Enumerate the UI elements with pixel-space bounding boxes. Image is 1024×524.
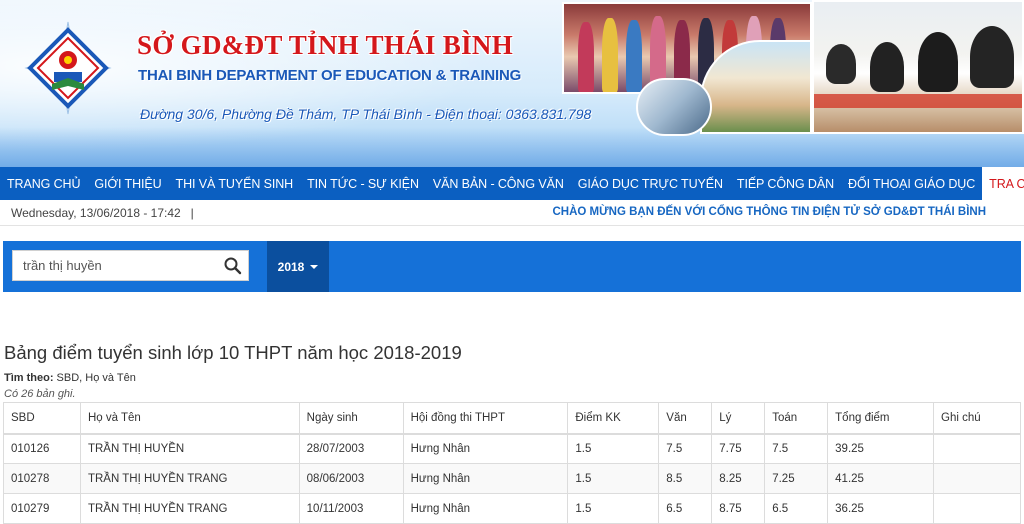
column-header-sbd[interactable]: SBD	[3, 402, 81, 435]
cell-name: TRẦN THỊ HUYỀN TRANG	[79, 493, 300, 524]
cell-literature: 8.5	[658, 463, 713, 494]
column-header-physics[interactable]: Lý	[711, 402, 766, 435]
nav-item-about[interactable]: GIỚI THIỆU	[87, 167, 168, 200]
column-header-exam-council[interactable]: Hội đồng thi THPT	[402, 402, 569, 435]
nav-item-online-education[interactable]: GIÁO DỤC TRỰC TUYẾN	[571, 167, 730, 200]
caret-down-icon	[310, 264, 319, 269]
info-bar: Wednesday, 13/06/2018 - 17:42 | CHÀO MỪN…	[0, 200, 1024, 226]
nav-item-news[interactable]: TIN TỨC - SỰ KIỆN	[300, 167, 426, 200]
column-header-total[interactable]: Tổng điểm	[827, 402, 935, 435]
students-photo	[812, 0, 1024, 134]
org-title: SỞ GD&ĐT TỈNH THÁI BÌNH	[137, 30, 514, 60]
year-dropdown[interactable]: 2018	[267, 241, 329, 292]
main-nav: TRANG CHỦ GIỚI THIỆU THI VÀ TUYỂN SINH T…	[0, 167, 1024, 200]
search-criteria: Tìm theo: SBD, Họ và Tên	[4, 372, 136, 384]
org-subtitle: THAI BINH DEPARTMENT OF EDUCATION & TRAI…	[138, 67, 522, 84]
year-dropdown-value: 2018	[277, 259, 305, 274]
table-row[interactable]: 010278 TRẦN THỊ HUYỀN TRANG 08/06/2003 H…	[3, 463, 1021, 494]
cell-bonus-points: 1.5	[567, 493, 660, 524]
cell-notes	[933, 463, 1021, 494]
cell-sbd: 010279	[3, 493, 81, 524]
table-row[interactable]: 010126 TRẦN THỊ HUYỀN 28/07/2003 Hưng Nh…	[3, 433, 1021, 464]
column-header-name[interactable]: Họ và Tên	[79, 402, 300, 435]
cell-dob: 10/11/2003	[298, 493, 404, 524]
cell-name: TRẦN THỊ HUYỀN	[79, 433, 300, 464]
cell-physics: 8.25	[711, 463, 766, 494]
record-count: Có 26 bản ghi.	[4, 388, 76, 400]
search-box	[12, 250, 249, 281]
cell-total: 36.25	[827, 493, 935, 524]
cell-exam-council: Hưng Nhân	[402, 463, 569, 494]
cell-dob: 28/07/2003	[298, 433, 404, 464]
org-address: Đường 30/6, Phường Đề Thám, TP Thái Bình…	[140, 106, 592, 122]
search-bar: 2018	[3, 241, 1021, 292]
nav-item-lookup[interactable]: TRA CỨU	[982, 167, 1024, 200]
cell-bonus-points: 1.5	[567, 463, 660, 494]
cell-total: 39.25	[827, 433, 935, 464]
column-header-notes[interactable]: Ghi chú	[933, 402, 1021, 435]
cell-name: TRẦN THỊ HUYỀN TRANG	[79, 463, 300, 494]
cell-literature: 7.5	[658, 433, 713, 464]
cell-math: 7.25	[764, 463, 829, 494]
nav-item-exams[interactable]: THI VÀ TUYỂN SINH	[169, 167, 301, 200]
education-emblem-icon[interactable]	[22, 20, 114, 116]
search-criteria-value: SBD, Họ và Tên	[53, 372, 136, 384]
cell-math: 7.5	[764, 433, 829, 464]
classroom-lab-photo	[636, 78, 712, 136]
header-banner: SỞ GD&ĐT TỈNH THÁI BÌNH THAI BINH DEPART…	[0, 0, 1024, 167]
search-criteria-label: Tìm theo:	[4, 372, 54, 384]
column-header-dob[interactable]: Ngày sinh	[298, 402, 404, 435]
table-row[interactable]: 010279 TRẦN THỊ HUYỀN TRANG 10/11/2003 H…	[3, 493, 1021, 524]
nav-item-education-dialogue[interactable]: ĐỐI THOẠI GIÁO DỤC	[841, 167, 982, 200]
results-table: SBD Họ và Tên Ngày sinh Hội đồng thi THP…	[3, 402, 1021, 524]
cell-literature: 6.5	[658, 493, 713, 524]
cell-sbd: 010278	[3, 463, 81, 494]
cell-physics: 8.75	[711, 493, 766, 524]
cell-sbd: 010126	[3, 433, 81, 464]
current-datetime: Wednesday, 13/06/2018 - 17:42 |	[11, 206, 194, 220]
search-icon[interactable]	[222, 255, 244, 277]
cell-dob: 08/06/2003	[298, 463, 404, 494]
cell-math: 6.5	[764, 493, 829, 524]
column-header-literature[interactable]: Văn	[658, 402, 713, 435]
cell-total: 41.25	[827, 463, 935, 494]
search-input[interactable]	[13, 251, 218, 280]
table-header-row: SBD Họ và Tên Ngày sinh Hội đồng thi THP…	[3, 402, 1021, 435]
welcome-marquee: CHÀO MỪNG BẠN ĐẾN VỚI CỔNG THÔNG TIN ĐIỆ…	[552, 206, 986, 218]
nav-item-documents[interactable]: VĂN BẢN - CÔNG VĂN	[426, 167, 571, 200]
cell-physics: 7.75	[711, 433, 766, 464]
nav-item-citizen-reception[interactable]: TIẾP CÔNG DÂN	[730, 167, 841, 200]
cell-exam-council: Hưng Nhân	[402, 493, 569, 524]
cell-bonus-points: 1.5	[567, 433, 660, 464]
results-title: Bảng điểm tuyển sinh lớp 10 THPT năm học…	[4, 342, 462, 363]
cell-exam-council: Hưng Nhân	[402, 433, 569, 464]
cell-notes	[933, 493, 1021, 524]
nav-item-home[interactable]: TRANG CHỦ	[0, 167, 87, 200]
column-header-math[interactable]: Toán	[764, 402, 829, 435]
column-header-bonus-points[interactable]: Điểm KK	[567, 402, 660, 435]
cell-notes	[933, 433, 1021, 464]
